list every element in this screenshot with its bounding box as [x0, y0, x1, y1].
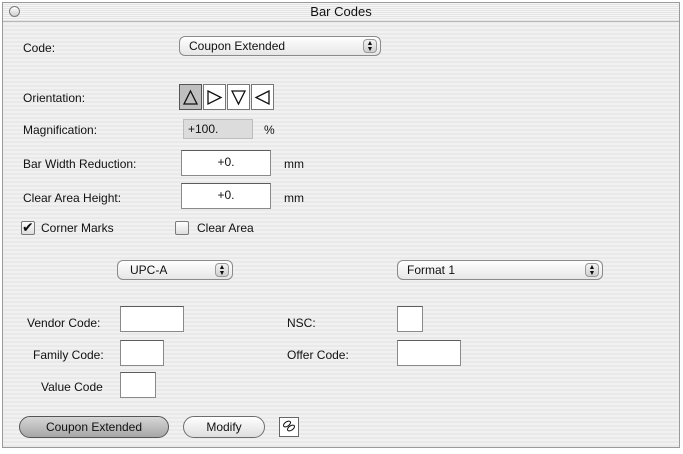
orientation-right-button[interactable]	[203, 84, 226, 110]
clear-area-height-input[interactable]: +0.	[181, 183, 271, 209]
offer-code-input[interactable]	[397, 340, 461, 366]
code-label: Code:	[23, 41, 56, 55]
family-code-input[interactable]	[120, 340, 164, 366]
magnification-unit: %	[264, 123, 275, 137]
code-popup-value: Coupon Extended	[189, 39, 286, 53]
vendor-code-input[interactable]	[120, 306, 184, 332]
popup-arrows-icon: ▲ ▼	[363, 39, 377, 53]
coupon-extended-button[interactable]: Coupon Extended	[19, 416, 169, 438]
close-button[interactable]	[9, 6, 20, 17]
checkmark-icon: ✔	[22, 219, 34, 235]
orientation-down-button[interactable]	[227, 84, 250, 110]
up-triangle-icon	[182, 89, 199, 105]
popup-arrows-icon: ▲ ▼	[215, 263, 229, 277]
bar-width-reduction-input[interactable]: +0.	[181, 150, 271, 176]
nsc-input[interactable]	[397, 306, 423, 332]
popup-arrows-icon: ▲ ▼	[585, 263, 599, 277]
right-triangle-icon	[207, 89, 223, 105]
modify-button[interactable]: Modify	[183, 416, 265, 438]
offer-code-label: Offer Code:	[287, 348, 349, 362]
title-bar[interactable]: Bar Codes	[3, 3, 679, 22]
corner-marks-label: Corner Marks	[41, 221, 114, 235]
bar-codes-window: Bar Codes Code: Coupon Extended ▲ ▼ Orien…	[2, 2, 680, 448]
window-title: Bar Codes	[310, 4, 372, 19]
magnification-label: Magnification:	[23, 123, 98, 137]
bar-width-reduction-unit: mm	[284, 157, 304, 171]
clear-area-height-label: Clear Area Height:	[23, 191, 122, 205]
left-triangle-icon	[254, 89, 270, 105]
value-code-input[interactable]	[120, 372, 156, 398]
nsc-label: NSC:	[287, 316, 316, 330]
code-popup[interactable]: Coupon Extended ▲ ▼	[179, 36, 381, 56]
clear-area-label: Clear Area	[197, 221, 254, 235]
magnification-value: +100.	[183, 119, 253, 139]
bar-width-reduction-label: Bar Width Reduction:	[23, 157, 137, 171]
symbology-popup[interactable]: UPC-A ▲ ▼	[117, 260, 233, 280]
clear-area-height-unit: mm	[284, 191, 304, 205]
symbology-popup-value: UPC-A	[130, 263, 168, 277]
format-popup-value: Format 1	[407, 263, 456, 277]
vendor-code-label: Vendor Code:	[27, 316, 101, 330]
down-triangle-icon	[230, 89, 247, 105]
orientation-left-button[interactable]	[251, 84, 274, 110]
orientation-up-button[interactable]	[179, 84, 202, 110]
format-popup[interactable]: Format 1 ▲ ▼	[397, 260, 603, 280]
value-code-label: Value Code	[41, 380, 103, 394]
chain-link-icon	[282, 420, 296, 432]
clear-area-checkbox[interactable]	[175, 221, 189, 235]
link-icon[interactable]	[279, 417, 299, 437]
orientation-label: Orientation:	[23, 91, 86, 105]
corner-marks-checkbox[interactable]: ✔	[21, 219, 35, 235]
family-code-label: Family Code:	[33, 348, 104, 362]
